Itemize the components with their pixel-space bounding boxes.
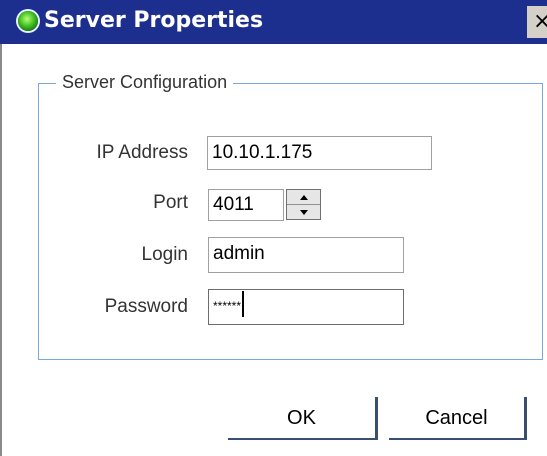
login-input[interactable]: admin (208, 237, 404, 273)
port-label: Port (153, 192, 188, 213)
password-value: ****** (213, 299, 242, 313)
cancel-button[interactable]: Cancel (389, 397, 527, 440)
port-input[interactable]: 4011 (208, 189, 284, 221)
port-spinner[interactable] (286, 189, 321, 220)
password-label: Password (104, 296, 188, 317)
group-legend: Server Configuration (56, 72, 234, 93)
ip-address-label: IP Address (96, 142, 188, 163)
close-button[interactable]: × (527, 6, 547, 38)
arrow-up-icon (299, 194, 308, 200)
status-green-icon (18, 11, 38, 31)
cancel-button-label: Cancel (425, 407, 488, 429)
window-title: Server Properties (44, 8, 264, 33)
spin-down-button[interactable] (287, 205, 320, 219)
window-left-edge (0, 44, 2, 456)
arrow-down-icon (299, 209, 308, 215)
ok-button[interactable]: OK (228, 397, 378, 440)
login-label: Login (141, 244, 189, 265)
title-bar[interactable]: Server Properties × (0, 0, 547, 44)
password-input[interactable]: ****** (208, 289, 404, 325)
text-caret (242, 290, 245, 317)
ip-address-value: 10.10.1.175 (212, 142, 313, 163)
ip-address-input[interactable]: 10.10.1.175 (207, 136, 432, 170)
ok-button-label: OK (287, 407, 316, 429)
login-value: admin (213, 243, 265, 264)
port-value: 4011 (213, 194, 254, 215)
spin-up-button[interactable] (287, 190, 320, 205)
